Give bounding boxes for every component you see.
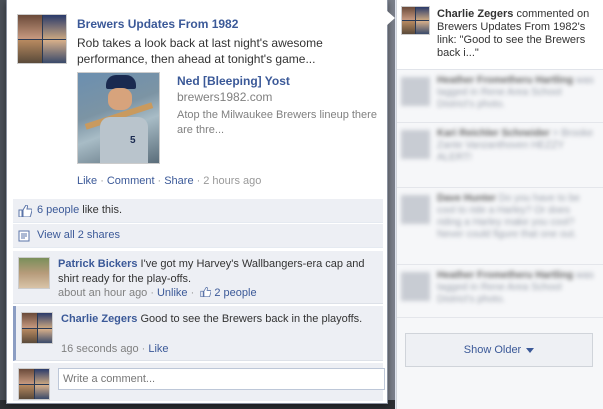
comment-time[interactable]: 16 seconds ago <box>61 343 139 355</box>
ticker-story[interactable]: Heather Frometheru Hartling was tagged i… <box>397 266 603 318</box>
link-title[interactable]: Ned [Bleeping] Yost <box>177 74 290 88</box>
page-avatar[interactable] <box>17 14 67 64</box>
ticker-actor: Heather Frometheru Hartling <box>437 75 574 86</box>
link-domain: brewers1982.com <box>177 90 273 104</box>
thumbs-up-icon <box>18 205 32 217</box>
commenter-avatar[interactable] <box>21 312 53 344</box>
post-text: Rob takes a look back at last night's aw… <box>77 36 323 66</box>
commenter-avatar[interactable] <box>18 257 50 289</box>
ticker-actor: Kari Reichler Schneider <box>437 128 550 139</box>
page-name-link[interactable]: Brewers Updates From 1982 <box>77 17 238 31</box>
ticker-story[interactable]: Dave Hunter Do you have to be cool to ri… <box>397 189 603 265</box>
link-thumbnail[interactable]: 5 <box>77 72 160 164</box>
chevron-down-icon <box>526 347 535 353</box>
ticker-actor: Heather Frometheru Hartling <box>437 270 574 281</box>
comment-item: Patrick Bickers I've got my Harvey's Wal… <box>13 251 383 304</box>
comment-text: Good to see the Brewers back in the play… <box>137 313 363 325</box>
post-actions: Like · Comment · Share · 2 hours ago <box>77 175 262 187</box>
ticker-avatar <box>401 272 430 301</box>
comment-button[interactable]: Comment <box>107 175 155 187</box>
unlike-button[interactable]: Unlike <box>157 287 188 299</box>
shares-summary: View all 2 shares <box>13 224 383 248</box>
comment-likes-link[interactable]: 2 people <box>214 287 256 299</box>
comment-meta: about an hour ago · Unlike · 2 people <box>58 286 257 299</box>
view-shares-link[interactable]: View all 2 shares <box>37 229 120 241</box>
ticker-story-active[interactable]: Charlie Zegers commented on Brewers Upda… <box>397 0 603 70</box>
comment-composer <box>13 363 385 401</box>
comment-time[interactable]: about an hour ago <box>58 287 147 299</box>
post-timestamp[interactable]: 2 hours ago <box>203 175 261 187</box>
ticker-avatar <box>401 6 430 35</box>
ticker-actor: Dave Hunter <box>437 193 496 204</box>
share-icon <box>18 230 30 242</box>
ticker-avatar <box>401 195 430 224</box>
ticker-story[interactable]: Heather Frometheru Hartling was tagged i… <box>397 71 603 123</box>
ticker-actor[interactable]: Charlie Zegers <box>437 8 513 20</box>
commenter-name[interactable]: Charlie Zegers <box>61 313 137 325</box>
ticker-story[interactable]: Kari Reichler Schneider > Brooke Zante V… <box>397 124 603 188</box>
ticker-avatar <box>401 77 430 106</box>
ticker-avatar <box>401 130 430 159</box>
story-flyout: Brewers Updates From 1982 Rob takes a lo… <box>6 0 388 404</box>
flyout-caret <box>386 10 395 26</box>
likes-suffix: like this. <box>79 204 123 216</box>
like-comment-button[interactable]: Like <box>148 343 168 355</box>
show-older-label: Show Older <box>463 344 522 356</box>
comment-item: Charlie Zegers Good to see the Brewers b… <box>13 306 383 361</box>
viewer-avatar <box>18 368 50 400</box>
likes-summary: 6 people like this. <box>13 199 383 223</box>
thumbs-up-icon <box>200 286 212 298</box>
share-button[interactable]: Share <box>164 175 193 187</box>
commenter-name[interactable]: Patrick Bickers <box>58 258 138 270</box>
comment-meta: 16 seconds ago · Like <box>61 343 169 355</box>
ticker-sidebar: Charlie Zegers commented on Brewers Upda… <box>396 0 603 409</box>
comment-input[interactable] <box>58 368 385 390</box>
show-older-button[interactable]: Show Older <box>405 333 593 367</box>
likes-count-link[interactable]: 6 people <box>37 204 79 216</box>
link-description: Atop the Milwaukee Brewers lineup there … <box>177 109 377 136</box>
like-button[interactable]: Like <box>77 175 97 187</box>
